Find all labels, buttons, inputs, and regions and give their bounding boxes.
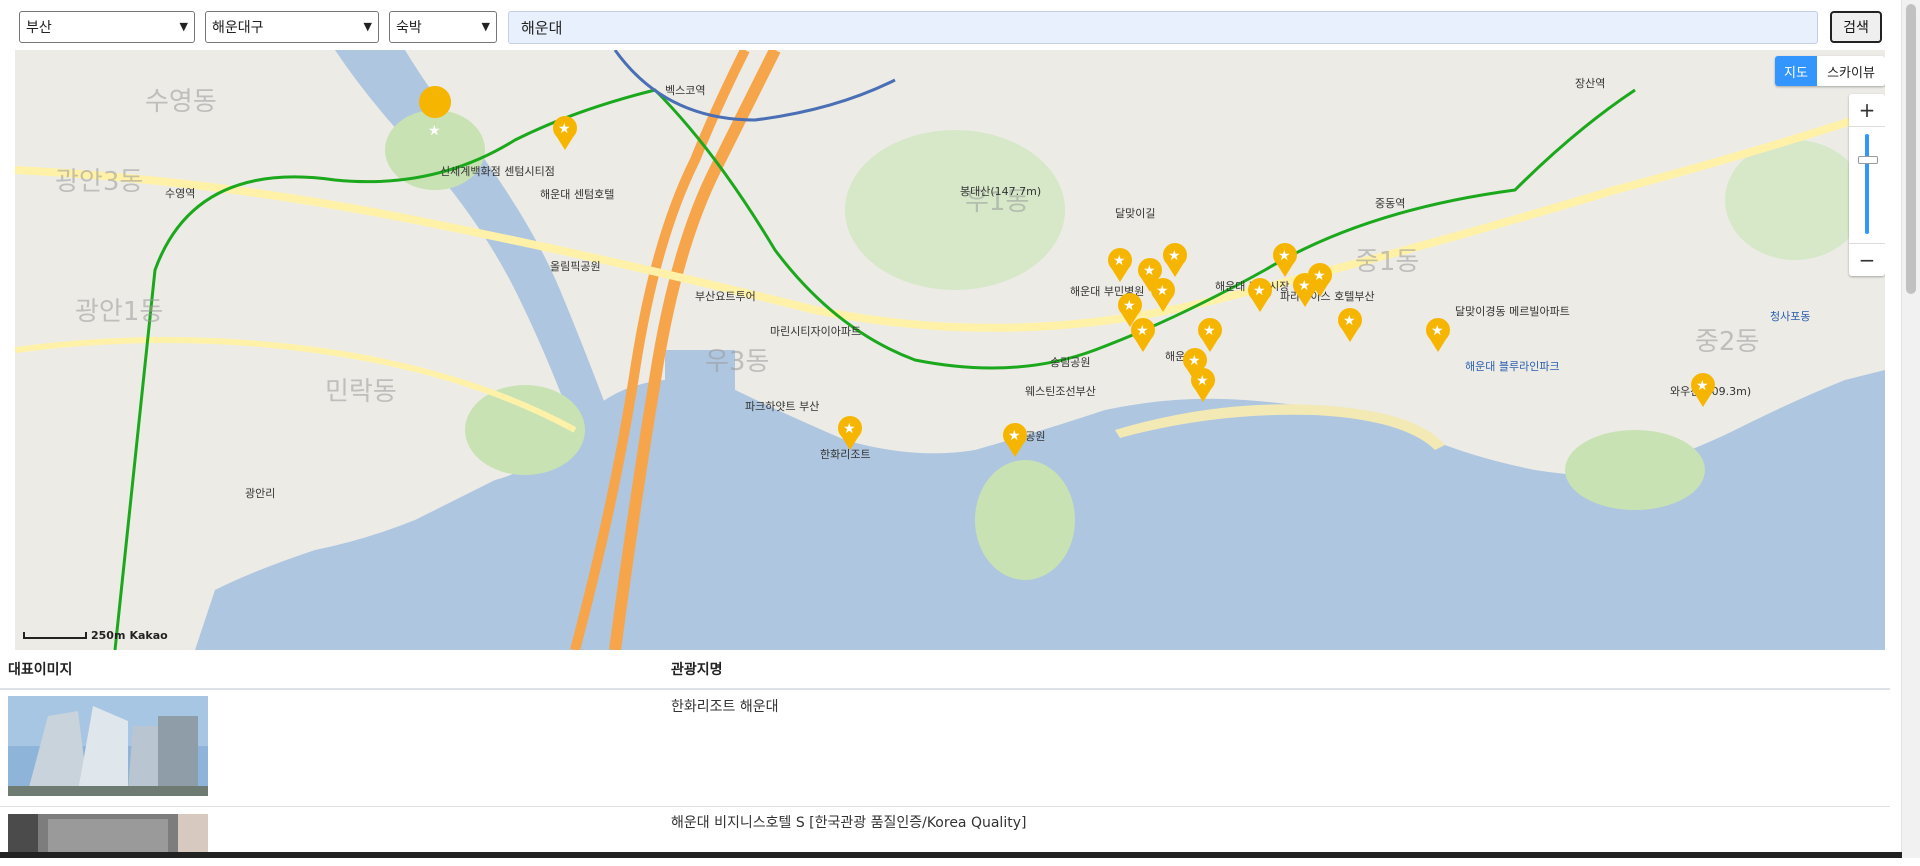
- map-type-map-button[interactable]: 지도: [1775, 56, 1817, 86]
- chevron-down-icon: ▼: [363, 20, 372, 33]
- svg-text:★: ★: [1298, 278, 1311, 294]
- svg-text:★: ★: [428, 123, 441, 139]
- column-header-name: 관광지명: [671, 662, 723, 678]
- svg-text:★: ★: [1113, 253, 1126, 269]
- svg-text:★: ★: [1168, 248, 1181, 264]
- region-select[interactable]: 부산 ▼: [19, 11, 195, 43]
- svg-text:중2동: 중2동: [1695, 327, 1759, 357]
- svg-text:★: ★: [1188, 353, 1201, 369]
- chevron-down-icon: ▼: [481, 20, 490, 33]
- scrollbar-thumb[interactable]: [1906, 4, 1916, 294]
- label-bexco-station: 벡스코역: [665, 84, 705, 97]
- label-songrim: 송림공원: [1050, 356, 1090, 369]
- column-header-image: 대표이미지: [8, 662, 73, 678]
- svg-text:★: ★: [1253, 283, 1266, 299]
- svg-text:★: ★: [1123, 298, 1136, 314]
- svg-text:★: ★: [1343, 313, 1356, 329]
- svg-text:★: ★: [843, 421, 856, 437]
- region-select-value: 부산: [26, 20, 52, 36]
- place-name[interactable]: 해운대 비지니스호텔 S [한국관광 품질인증/Korea Quality]: [671, 812, 1026, 832]
- svg-text:★: ★: [1196, 373, 1209, 389]
- table-row[interactable]: 한화리조트 해운대: [0, 688, 1890, 807]
- zoom-in-button[interactable]: +: [1849, 94, 1885, 127]
- label-mipo: 청사포동: [1770, 310, 1810, 323]
- label-suyeong-station: 수영역: [165, 187, 195, 200]
- category-select[interactable]: 숙박 ▼: [389, 11, 497, 43]
- label-jangsan-station: 장산역: [1575, 77, 1605, 90]
- place-name[interactable]: 한화리조트 해운대: [671, 696, 779, 716]
- label-jungdong-station: 중동역: [1375, 197, 1405, 210]
- zoom-out-button[interactable]: −: [1849, 243, 1885, 276]
- svg-text:우3동: 우3동: [705, 347, 769, 377]
- svg-text:★: ★: [1203, 323, 1216, 339]
- search-button[interactable]: 검색: [1830, 11, 1882, 43]
- label-dalmaji: 달맞이길: [1115, 207, 1155, 220]
- label-westin: 웨스틴조선부산: [1025, 385, 1096, 398]
- label-paradise: 파라다이스 호텔부산: [1280, 290, 1375, 303]
- map-scale: 250m Kakao: [23, 629, 168, 642]
- label-park-hyatt: 파크하얏트 부산: [745, 399, 819, 413]
- svg-text:수영동: 수영동: [145, 87, 217, 117]
- zoom-slider-handle[interactable]: [1858, 156, 1878, 164]
- zoom-slider-track[interactable]: [1865, 134, 1869, 234]
- label-gwangan: 광안리: [245, 487, 275, 500]
- district-select[interactable]: 해운대구 ▼: [205, 11, 379, 43]
- svg-text:광안1동: 광안1동: [75, 297, 163, 327]
- svg-text:★: ★: [1156, 283, 1169, 299]
- scale-bar: [23, 632, 87, 639]
- svg-text:★: ★: [1313, 268, 1326, 284]
- svg-text:★: ★: [1696, 378, 1709, 394]
- svg-text:★: ★: [1143, 263, 1156, 279]
- zoom-control: + −: [1849, 94, 1885, 276]
- svg-text:광안3동: 광안3동: [55, 167, 143, 197]
- label-bongdaesan: 봉대산(147.7m): [960, 185, 1041, 198]
- chevron-down-icon: ▼: [179, 20, 188, 33]
- kakao-logo: Kakao: [129, 629, 168, 642]
- svg-text:★: ★: [1008, 428, 1021, 444]
- keyword-input[interactable]: 해운대: [508, 11, 1818, 44]
- map-canvas[interactable]: 광안3동 수영동 광안1동 민락동 우1동 우3동 중1동 중2동 수영역 벡스…: [15, 50, 1885, 650]
- map-view[interactable]: 광안3동 수영동 광안1동 민락동 우1동 우3동 중1동 중2동 수영역 벡스…: [15, 50, 1885, 650]
- bottom-edge: [0, 852, 1902, 858]
- svg-text:★: ★: [1136, 323, 1149, 339]
- svg-text:★: ★: [1431, 323, 1444, 339]
- label-hanwha: 한화리조트: [820, 448, 871, 461]
- label-centum: 신세계백화점 센텀시티점: [440, 165, 555, 178]
- label-dalmaji-apt: 달맞이경동 메르빌아파트: [1455, 305, 1570, 318]
- category-select-value: 숙박: [396, 20, 422, 36]
- district-select-value: 해운대구: [212, 20, 264, 36]
- map-type-toggle: 지도 스카이뷰: [1775, 56, 1885, 86]
- svg-text:★: ★: [558, 121, 571, 137]
- svg-text:★: ★: [1278, 248, 1291, 264]
- label-centum-hotel: 해운대 센텀호텔: [540, 187, 614, 201]
- thumbnail-image: [8, 696, 208, 796]
- label-olympic-park: 올림픽공원: [550, 260, 601, 273]
- vertical-scrollbar[interactable]: [1901, 0, 1920, 858]
- map-type-skyview-button[interactable]: 스카이뷰: [1817, 56, 1885, 86]
- svg-text:민락동: 민락동: [325, 377, 397, 407]
- scale-text: 250m: [91, 629, 126, 642]
- keyword-input-value: 해운대: [521, 19, 563, 37]
- label-blueline: 해운대 블루라인파크: [1465, 359, 1560, 373]
- filter-bar: 부산 ▼ 해운대구 ▼ 숙박 ▼ 해운대 검색: [0, 0, 1890, 50]
- label-marine-city: 마린시티자이아파트: [770, 325, 861, 338]
- table-header: 대표이미지 관광지명: [0, 650, 1890, 690]
- svg-text:중1동: 중1동: [1355, 247, 1419, 277]
- label-yacht: 부산요트투어: [695, 290, 756, 303]
